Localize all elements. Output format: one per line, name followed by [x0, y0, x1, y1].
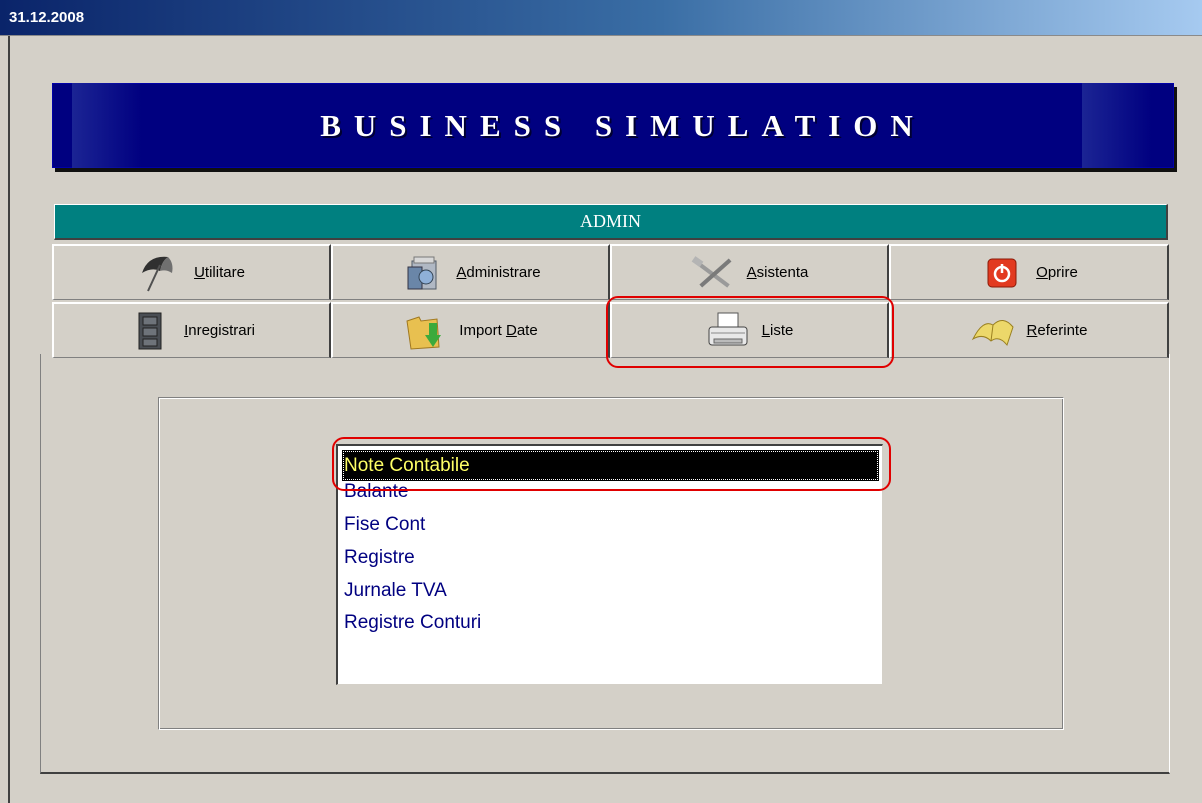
tab-administrare[interactable]: Administrare: [331, 244, 610, 300]
title-bar: 31.12.2008: [0, 0, 1202, 36]
tab-referinte[interactable]: Referinte: [889, 302, 1169, 358]
list-item[interactable]: Registre Conturi: [342, 607, 879, 638]
tab-import-date[interactable]: Import Date: [331, 302, 610, 358]
tab-asistenta[interactable]: Asistenta: [610, 244, 889, 300]
power-icon: [980, 251, 1024, 295]
book-icon: [971, 309, 1015, 353]
liste-highlight: [606, 296, 894, 368]
list-item[interactable]: Fise Cont: [342, 509, 879, 540]
list-item[interactable]: Registre: [342, 542, 879, 573]
tab-utilitare[interactable]: Utilitare: [52, 244, 331, 300]
tools-wrench-icon: [691, 251, 735, 295]
admin-tools-icon: [400, 251, 444, 295]
window-date: 31.12.2008: [9, 9, 85, 26]
section-header: ADMIN: [54, 204, 1168, 240]
list-item[interactable]: Jurnale TVA: [342, 575, 879, 606]
filing-cabinet-icon: [128, 309, 172, 353]
app-banner: BUSINESS SIMULATION: [52, 83, 1174, 168]
tab-oprire[interactable]: Oprire: [889, 244, 1169, 300]
tab-inregistrari[interactable]: Inregistrari: [52, 302, 331, 358]
selection-highlight: [332, 437, 891, 491]
folder-import-icon: [403, 309, 447, 353]
app-title: BUSINESS SIMULATION: [320, 107, 926, 143]
umbrella-icon: [138, 251, 182, 295]
